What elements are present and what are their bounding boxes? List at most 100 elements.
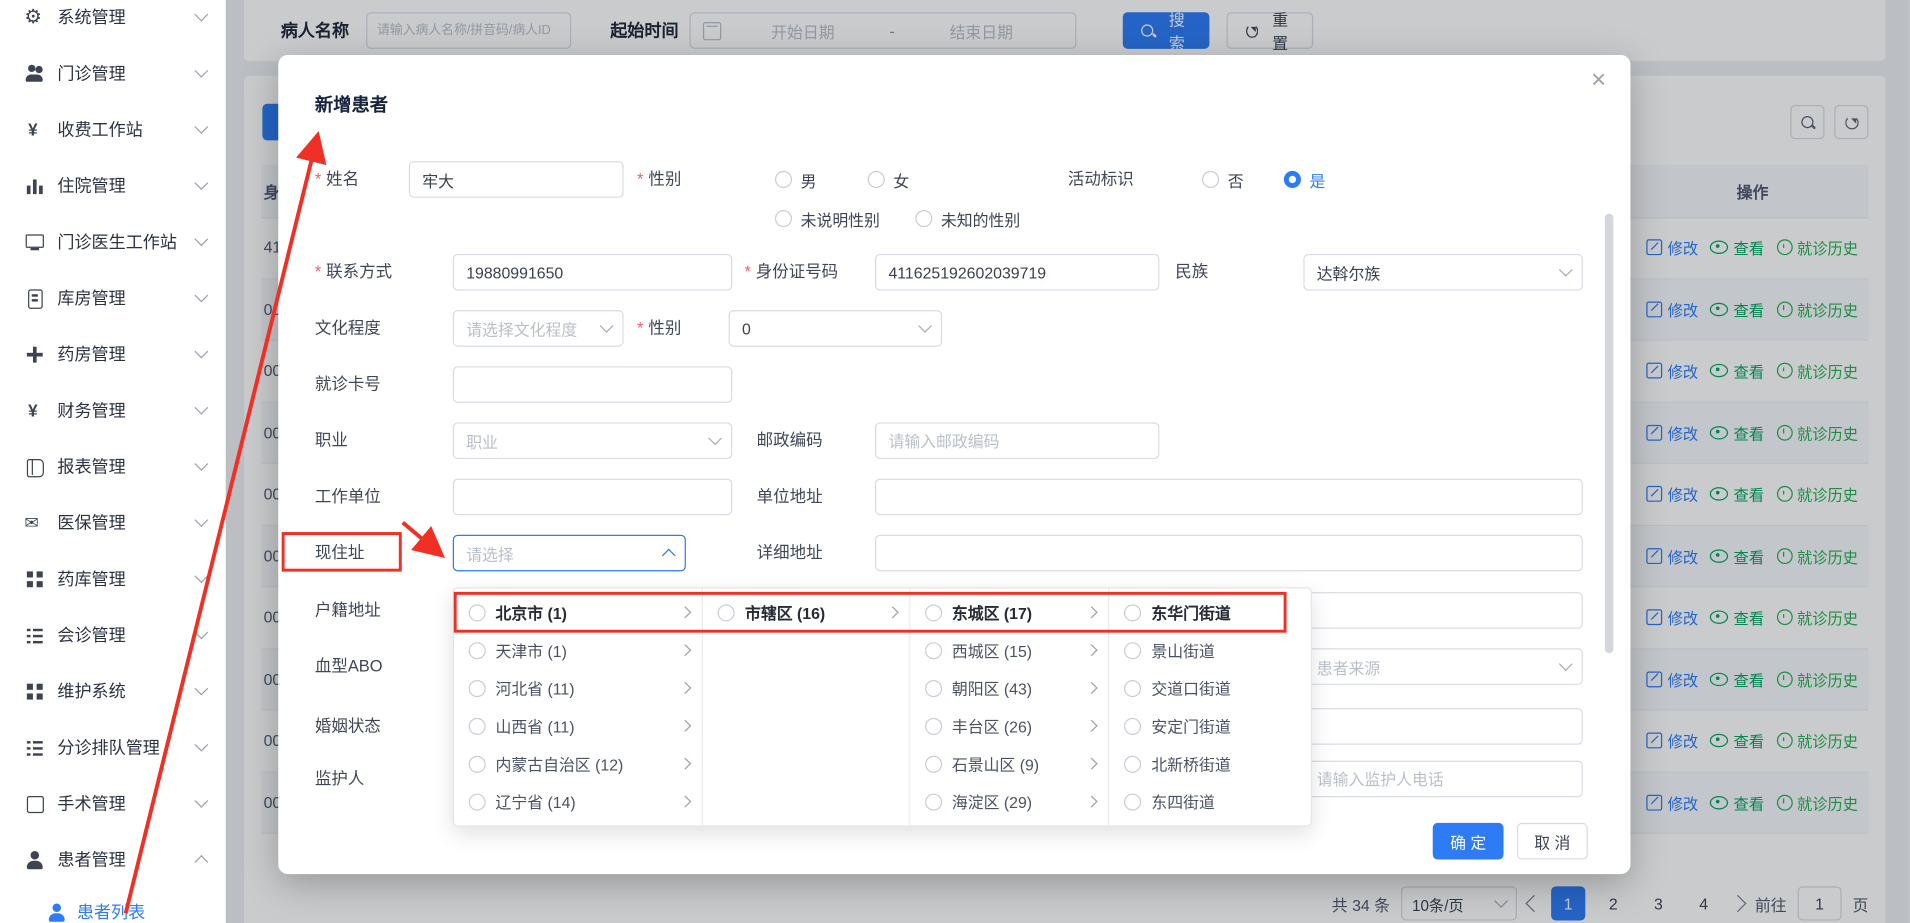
cascader-province-option[interactable]: 山西省 (11) (454, 707, 702, 745)
gender-unspecified-radio[interactable]: 未说明性别 (775, 200, 880, 237)
sidebar-item[interactable]: 维护系统 (0, 663, 226, 719)
occupation-label: 职业 (315, 422, 348, 459)
postal-code-input[interactable] (875, 422, 1159, 459)
close-icon[interactable]: × (1591, 67, 1606, 93)
patient-source-select[interactable]: 患者来源 (1303, 648, 1582, 685)
radio-icon (915, 210, 932, 227)
modal-title: 新增患者 (315, 92, 388, 118)
card-no-input[interactable] (453, 366, 732, 403)
sidebar-item[interactable]: 药房管理 (0, 326, 226, 382)
sidebar-item-label: 患者管理 (57, 847, 125, 871)
sidebar-item-label: 财务管理 (57, 398, 125, 422)
chevron-icon (194, 855, 208, 869)
radio-icon (469, 642, 486, 659)
sidebar-item[interactable]: 患者管理 (0, 831, 226, 887)
radio-icon (1125, 642, 1142, 659)
cascader-district-option[interactable]: 西城区 (15) (910, 631, 1108, 669)
occupation-select[interactable]: 职业 (453, 422, 732, 459)
sidebar-menu: 系统管理 门诊管理 收费工作站 住院管理 (0, 0, 226, 923)
cascader-province-option[interactable]: 河北省 (11) (454, 669, 702, 707)
cascader-street-option[interactable]: 安定门街道 (1110, 707, 1311, 745)
cascader-option-label: 东城区 (17) (952, 601, 1078, 624)
postal-code-label: 邮政编码 (757, 422, 823, 459)
marital-right-input[interactable] (1303, 708, 1582, 745)
cascader-district-option[interactable]: 东城区 (17) (910, 593, 1108, 631)
chevron-icon (194, 682, 208, 696)
chevron-right-icon (1086, 795, 1098, 807)
chevron-right-icon (1086, 720, 1098, 732)
cascader-option-label: 交道口街道 (1151, 676, 1298, 699)
sidebar-item-icon (24, 7, 45, 28)
sidebar-item-icon (24, 512, 45, 533)
cascader-province-option[interactable]: 天津市 (1) (454, 631, 702, 669)
active-no-radio[interactable]: 否 (1202, 161, 1244, 198)
sidebar-item-label: 维护系统 (57, 679, 125, 703)
gender-female-radio[interactable]: 女 (868, 161, 910, 198)
chevron-icon (194, 794, 208, 808)
cascader-district-option[interactable]: 海淀区 (29) (910, 783, 1108, 821)
sidebar-item[interactable]: 医保管理 (0, 494, 226, 550)
sidebar-item-patient-list[interactable]: 患者列表 (0, 888, 226, 923)
gender-unknown-radio[interactable]: 未知的性别 (915, 200, 1020, 237)
work-address-input[interactable] (875, 479, 1583, 516)
modal-scrollbar[interactable] (1605, 214, 1614, 654)
detail-address-input[interactable] (875, 535, 1583, 572)
chevron-right-icon (1086, 644, 1098, 656)
sidebar-item[interactable]: 门诊医生工作站 (0, 214, 226, 270)
marital-status-label: 婚姻状态 (315, 708, 381, 745)
education-select[interactable]: 请选择文化程度 (453, 310, 624, 347)
cascader-province-option[interactable]: 辽宁省 (14) (454, 783, 702, 821)
sidebar-item[interactable]: 财务管理 (0, 382, 226, 438)
name-input[interactable] (409, 161, 624, 198)
cascader-street-option[interactable]: 交道口街道 (1110, 669, 1311, 707)
cascader-option-label: 石景山区 (9) (952, 752, 1078, 775)
cascader-district-option[interactable]: 丰台区 (26) (910, 707, 1108, 745)
cascader-province-option[interactable]: 内蒙古自治区 (12) (454, 745, 702, 783)
sidebar-item-icon (24, 624, 45, 645)
gender-label: 性别 (637, 161, 681, 198)
person-icon (46, 902, 67, 923)
radio-icon (775, 210, 792, 227)
work-unit-input[interactable] (453, 479, 732, 516)
gender-male-radio[interactable]: 男 (775, 161, 817, 198)
confirm-button[interactable]: 确 定 (1433, 823, 1504, 860)
sidebar-item[interactable]: 报表管理 (0, 438, 226, 494)
sidebar-item-icon (24, 456, 45, 477)
sidebar-item[interactable]: 收费工作站 (0, 101, 226, 157)
radio-icon (925, 755, 942, 772)
current-address-cascader[interactable]: 请选择 (453, 535, 686, 572)
radio-icon (925, 717, 942, 734)
cascader-city-column: 市辖区 (16) (703, 588, 910, 825)
active-yes-radio[interactable]: 是 (1284, 161, 1326, 198)
guardian-phone-input[interactable] (1303, 761, 1582, 798)
sidebar: 系统管理 门诊管理 收费工作站 住院管理 (0, 0, 227, 923)
sidebar-item[interactable]: 住院管理 (0, 157, 226, 213)
sidebar-subitem-label: 患者列表 (77, 900, 145, 923)
sidebar-item[interactable]: 手术管理 (0, 775, 226, 831)
sidebar-item[interactable]: 门诊管理 (0, 45, 226, 101)
cascader-street-option[interactable]: 东华门街道 (1110, 593, 1311, 631)
cascader-district-option[interactable]: 石景山区 (9) (910, 745, 1108, 783)
name-label: 姓名 (315, 161, 359, 198)
radio-icon (469, 679, 486, 696)
sidebar-item-icon (24, 681, 45, 702)
ethnicity-value: 达斡尔族 (1317, 261, 1380, 284)
contact-input[interactable] (453, 254, 732, 291)
sidebar-item[interactable]: 系统管理 (0, 0, 226, 45)
gender-select[interactable]: 0 (729, 310, 943, 347)
cascader-street-option[interactable]: 东四街道 (1110, 783, 1311, 821)
sidebar-item[interactable]: 药库管理 (0, 551, 226, 607)
sidebar-item[interactable]: 分诊排队管理 (0, 719, 226, 775)
cascader-city-option[interactable]: 市辖区 (16) (703, 593, 909, 631)
cascader-province-option[interactable]: 北京市 (1) (454, 593, 702, 631)
id-number-input[interactable] (875, 254, 1159, 291)
cascader-street-option[interactable]: 景山街道 (1110, 631, 1311, 669)
sidebar-item-label: 手术管理 (57, 791, 125, 815)
sidebar-item[interactable]: 库房管理 (0, 270, 226, 326)
sidebar-item[interactable]: 会诊管理 (0, 607, 226, 663)
ethnicity-select[interactable]: 达斡尔族 (1303, 254, 1582, 291)
cascader-option-label: 景山街道 (1151, 639, 1298, 662)
cascader-street-option[interactable]: 北新桥街道 (1110, 745, 1311, 783)
cascader-district-option[interactable]: 朝阳区 (43) (910, 669, 1108, 707)
cancel-button[interactable]: 取 消 (1517, 823, 1588, 860)
